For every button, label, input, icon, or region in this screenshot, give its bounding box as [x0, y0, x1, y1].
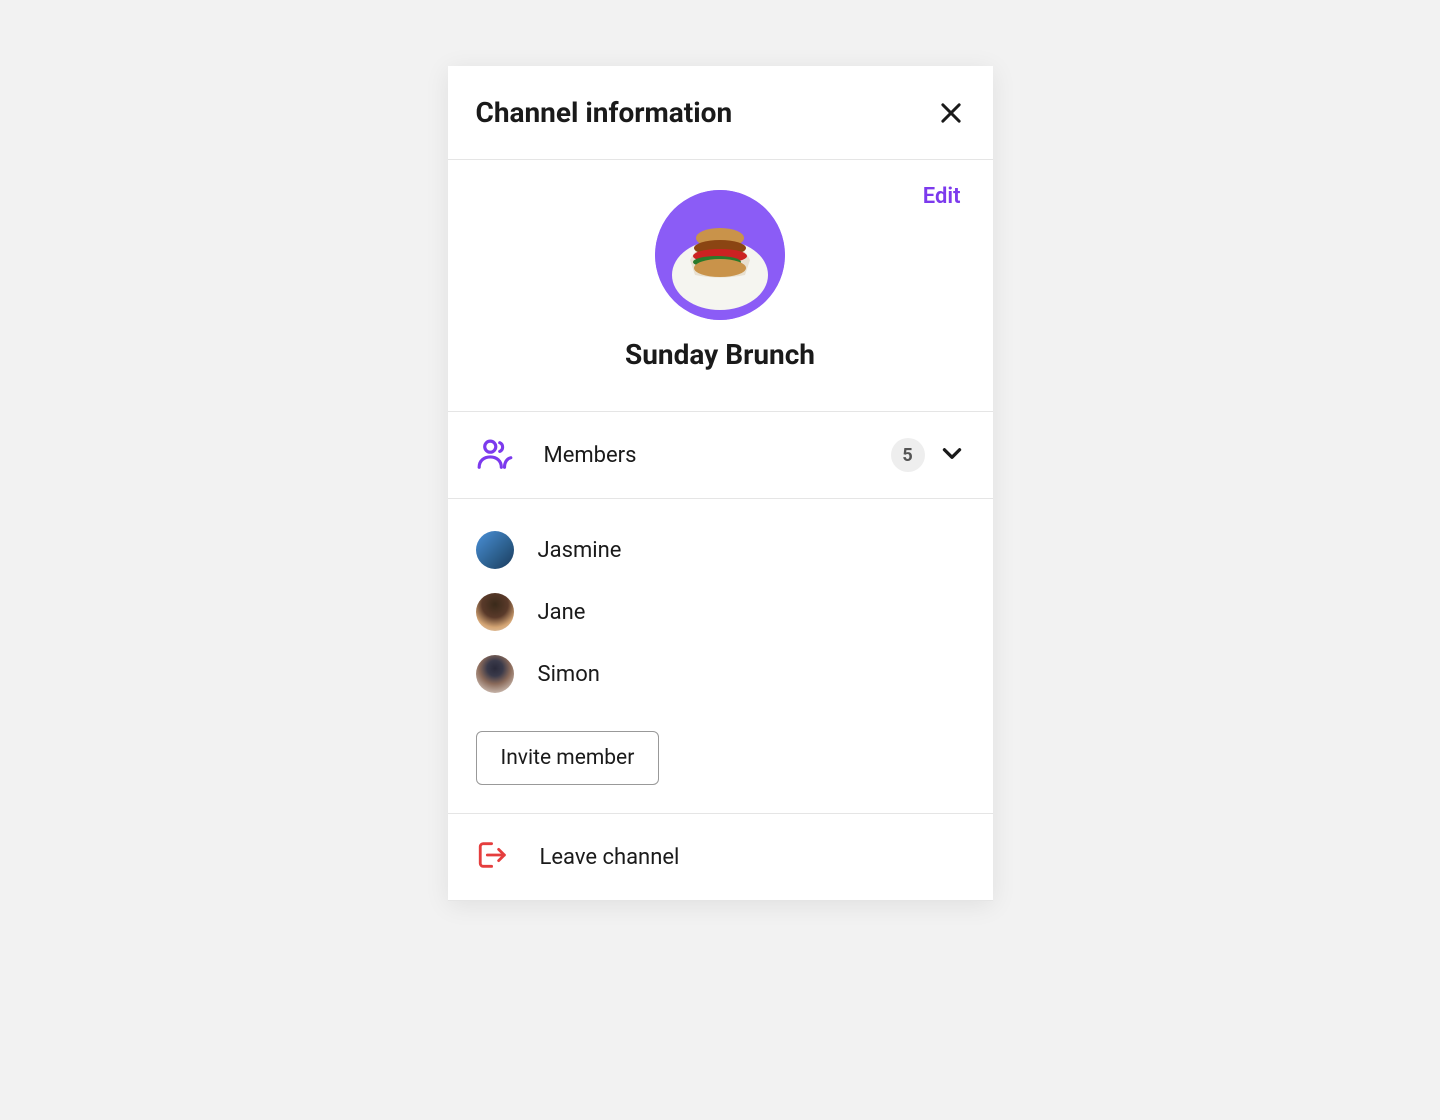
panel-title: Channel information [476, 96, 733, 129]
invite-section: Invite member [448, 713, 993, 814]
close-button[interactable] [937, 99, 965, 127]
members-count-badge: 5 [891, 438, 925, 472]
close-icon [937, 99, 965, 127]
channel-name: Sunday Brunch [625, 338, 815, 371]
member-list: Jasmine Jane Simon [448, 499, 993, 713]
leave-label: Leave channel [540, 845, 680, 870]
leave-icon [476, 838, 510, 876]
edit-button[interactable]: Edit [923, 184, 961, 209]
members-icon [476, 434, 514, 476]
members-toggle[interactable]: Members 5 [448, 412, 993, 499]
avatar [476, 655, 514, 693]
chevron-down-icon [939, 440, 965, 470]
member-item[interactable]: Jasmine [476, 519, 965, 581]
member-name: Jane [538, 600, 586, 625]
member-name: Jasmine [538, 538, 622, 563]
leave-channel-button[interactable]: Leave channel [448, 814, 993, 901]
member-item[interactable]: Simon [476, 643, 965, 705]
avatar [476, 593, 514, 631]
channel-info-section: Edit Sunday Brunch [448, 160, 993, 412]
member-name: Simon [538, 662, 600, 687]
channel-avatar [655, 190, 785, 320]
members-label: Members [544, 443, 891, 468]
member-item[interactable]: Jane [476, 581, 965, 643]
panel-header: Channel information [448, 66, 993, 160]
avatar [476, 531, 514, 569]
invite-member-button[interactable]: Invite member [476, 731, 660, 785]
channel-info-panel: Channel information Edit Sunday Brunch [448, 66, 993, 901]
